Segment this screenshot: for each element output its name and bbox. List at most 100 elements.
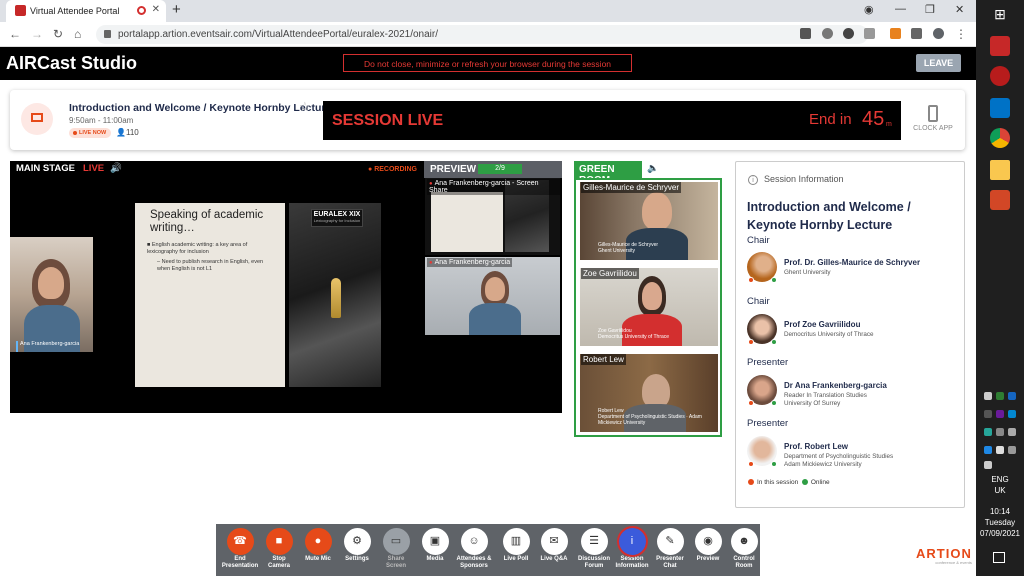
forward-icon[interactable]: → — [31, 27, 43, 41]
leave-button[interactable]: LEAVE — [916, 54, 961, 72]
chat-icon-glyph: ✎ — [665, 535, 675, 547]
file-explorer-icon[interactable] — [990, 160, 1010, 180]
windows-start-icon[interactable]: ⊞ — [990, 6, 1010, 26]
presenter-video-feed[interactable]: Ana Frankenberg-garcia — [10, 237, 93, 352]
tray-icon[interactable] — [984, 392, 992, 400]
speaker-card[interactable]: Dr Ana Frankenberg-garcia Reader In Tran… — [747, 375, 962, 407]
speaker-name: Prof. Dr. Gilles-Maurice de Schryver — [784, 258, 921, 267]
preview-tile-label: Ana Frankenberg-garcia — [427, 258, 513, 267]
preview-slide-thumb — [431, 192, 503, 252]
zoom-icon[interactable] — [822, 28, 833, 39]
in-session-dot — [748, 277, 754, 283]
toolbar-button-camera[interactable]: ■ Stop Camera — [259, 528, 299, 569]
toolbar-button-label: Session Information — [612, 556, 652, 569]
toolbar-button-share-screen[interactable]: ▭ Share Screen — [376, 528, 416, 569]
gear-icon: ⚙ — [343, 528, 371, 555]
profile-avatar-icon[interactable] — [933, 28, 944, 39]
tray-icon[interactable] — [1008, 428, 1016, 436]
powerpoint-icon[interactable] — [990, 190, 1010, 210]
battery-icon[interactable] — [1008, 446, 1016, 454]
app-header: AIRCast Studio Do not close, minimize or… — [0, 47, 976, 80]
toolbar-label-line1: Discussion — [577, 556, 610, 562]
browser-tab[interactable]: Virtual Attendee Portal ✕ — [6, 0, 166, 22]
toolbar-button-qa[interactable]: ✉ Live Q&A — [534, 528, 574, 563]
restore-icon[interactable]: ❐ — [925, 3, 935, 16]
toolbar-button-chat[interactable]: ✎ Presenter Chat — [650, 528, 690, 569]
toolbar-label-line1: Attendees & — [456, 556, 492, 562]
tray-icon[interactable] — [1008, 410, 1016, 418]
app-red2-icon[interactable] — [990, 66, 1010, 86]
toolbar-button-people[interactable]: ☺ Attendees & Sponsors — [454, 528, 494, 569]
toolbar-button-label: Presenter Chat — [650, 556, 690, 569]
toolbar-button-poll[interactable]: ▥ Live Poll — [496, 528, 536, 563]
presenter-name: Ana Frankenberg-garcia — [20, 341, 80, 347]
language-indicator[interactable]: ENG UK — [976, 474, 1024, 496]
close-tab-icon[interactable]: ✕ — [152, 4, 160, 15]
media-icon: ▣ — [421, 528, 449, 555]
toolbar-label-line2: Camera — [267, 562, 290, 569]
green-room-tile[interactable]: Zoe Gavriilidou Zoe Gavriilidou Democritu… — [580, 268, 718, 346]
speaker-card[interactable]: Prof. Robert Lew Department of Psycholin… — [747, 436, 962, 468]
network-icon[interactable] — [996, 446, 1004, 454]
speaker-card[interactable]: Prof. Dr. Gilles-Maurice de Schryver Ghe… — [747, 252, 962, 284]
preview-tile-screenshare[interactable]: Ana Frankenberg-garcia - Screen Share — [425, 178, 560, 255]
tray-icon[interactable] — [984, 410, 992, 418]
online-dot — [771, 400, 777, 406]
toolbar-button-info[interactable]: i Session Information — [612, 526, 652, 569]
app-red-icon[interactable] — [990, 36, 1010, 56]
toolbar-button-media[interactable]: ▣ Media — [415, 528, 455, 563]
tracking-icon[interactable] — [843, 28, 854, 39]
language-code: ENG — [991, 475, 1009, 484]
toolbar-button-mic[interactable]: ● Mute Mic — [298, 528, 338, 563]
back-icon[interactable]: ← — [9, 27, 21, 41]
green-room-volume-icon[interactable]: 🔈 — [647, 163, 659, 174]
reload-icon[interactable]: ↻ — [53, 27, 63, 41]
participant-tag: Gilles-Maurice de Schryver Ghent Universi… — [598, 242, 658, 254]
toolbar-button-forum[interactable]: ☰ Discussion Forum — [574, 528, 614, 569]
metamask-extension-icon[interactable] — [890, 28, 901, 39]
extensions-icon[interactable] — [911, 28, 922, 39]
clock-date: 07/09/2021 — [979, 529, 1021, 538]
system-clock[interactable]: 10:14 Tuesday 07/09/2021 — [976, 506, 1024, 539]
tray-icon[interactable] — [996, 392, 1004, 400]
preview-tile-camera[interactable]: Ana Frankenberg-garcia — [425, 257, 560, 335]
green-room-tile[interactable]: Gilles-Maurice de Schryver Gilles-Mauric… — [580, 182, 718, 260]
speaker-affiliation: Democritus University of Thrace — [784, 331, 873, 339]
tray-icon[interactable] — [984, 428, 992, 436]
browser-menu-icon[interactable]: ⋮ — [955, 27, 967, 41]
notification-center-icon[interactable] — [993, 552, 1005, 563]
new-tab-icon[interactable]: + — [172, 1, 181, 18]
toolbar-label-line1: Live Q&A — [540, 556, 568, 562]
bluetooth-icon[interactable] — [984, 446, 992, 454]
close-window-icon[interactable]: ✕ — [955, 3, 964, 16]
camera-permission-icon[interactable] — [800, 28, 811, 39]
url-input[interactable]: portalapp.artion.eventsair.com/VirtualAt… — [96, 25, 868, 44]
chrome-icon[interactable] — [990, 128, 1010, 148]
tray-icon[interactable] — [1008, 392, 1016, 400]
favorite-star-icon[interactable]: ☆ — [299, 99, 311, 115]
role-label: Chair — [747, 296, 770, 307]
toolbar-button-gear[interactable]: ⚙ Settings — [337, 528, 377, 563]
clock-app-button[interactable]: CLOCK APP — [913, 105, 953, 132]
home-icon[interactable]: ⌂ — [74, 27, 81, 41]
speaker-affil-line2: Adam Mickiewicz University — [784, 460, 862, 468]
toolbar-button-phone-hangup[interactable]: ☎ End Presentation — [220, 528, 260, 569]
speaker-volume-icon[interactable]: 🔊 — [110, 163, 122, 174]
green-room-tile[interactable]: Robert Lew Robert Lew Department of Psych… — [580, 354, 718, 432]
toolbar-button-eye[interactable]: ◉ Preview — [688, 528, 728, 563]
forum-icon-glyph: ☰ — [589, 535, 599, 547]
speaker-card[interactable]: Prof Zoe Gavriilidou Democritus Universi… — [747, 314, 962, 346]
outlook-icon[interactable] — [990, 98, 1010, 118]
profile-menu-icon[interactable]: ◉ — [864, 3, 874, 16]
minimize-icon[interactable]: — — [895, 3, 906, 15]
session-information-label: Session Information — [764, 174, 844, 184]
online-dot — [771, 339, 777, 345]
volume-icon[interactable] — [984, 461, 992, 469]
browser-window: Virtual Attendee Portal ✕ + ◉ — ❐ ✕ ← → … — [0, 0, 976, 576]
toolbar-button-user[interactable]: ☻ Control Room — [724, 528, 764, 569]
tray-icon[interactable] — [996, 428, 1004, 436]
toolbar-label-line2: Forum — [584, 562, 604, 569]
bookmark-star-icon[interactable] — [864, 28, 875, 39]
live-now-badge: LIVE NOW — [69, 128, 111, 138]
tray-icon[interactable] — [996, 410, 1004, 418]
